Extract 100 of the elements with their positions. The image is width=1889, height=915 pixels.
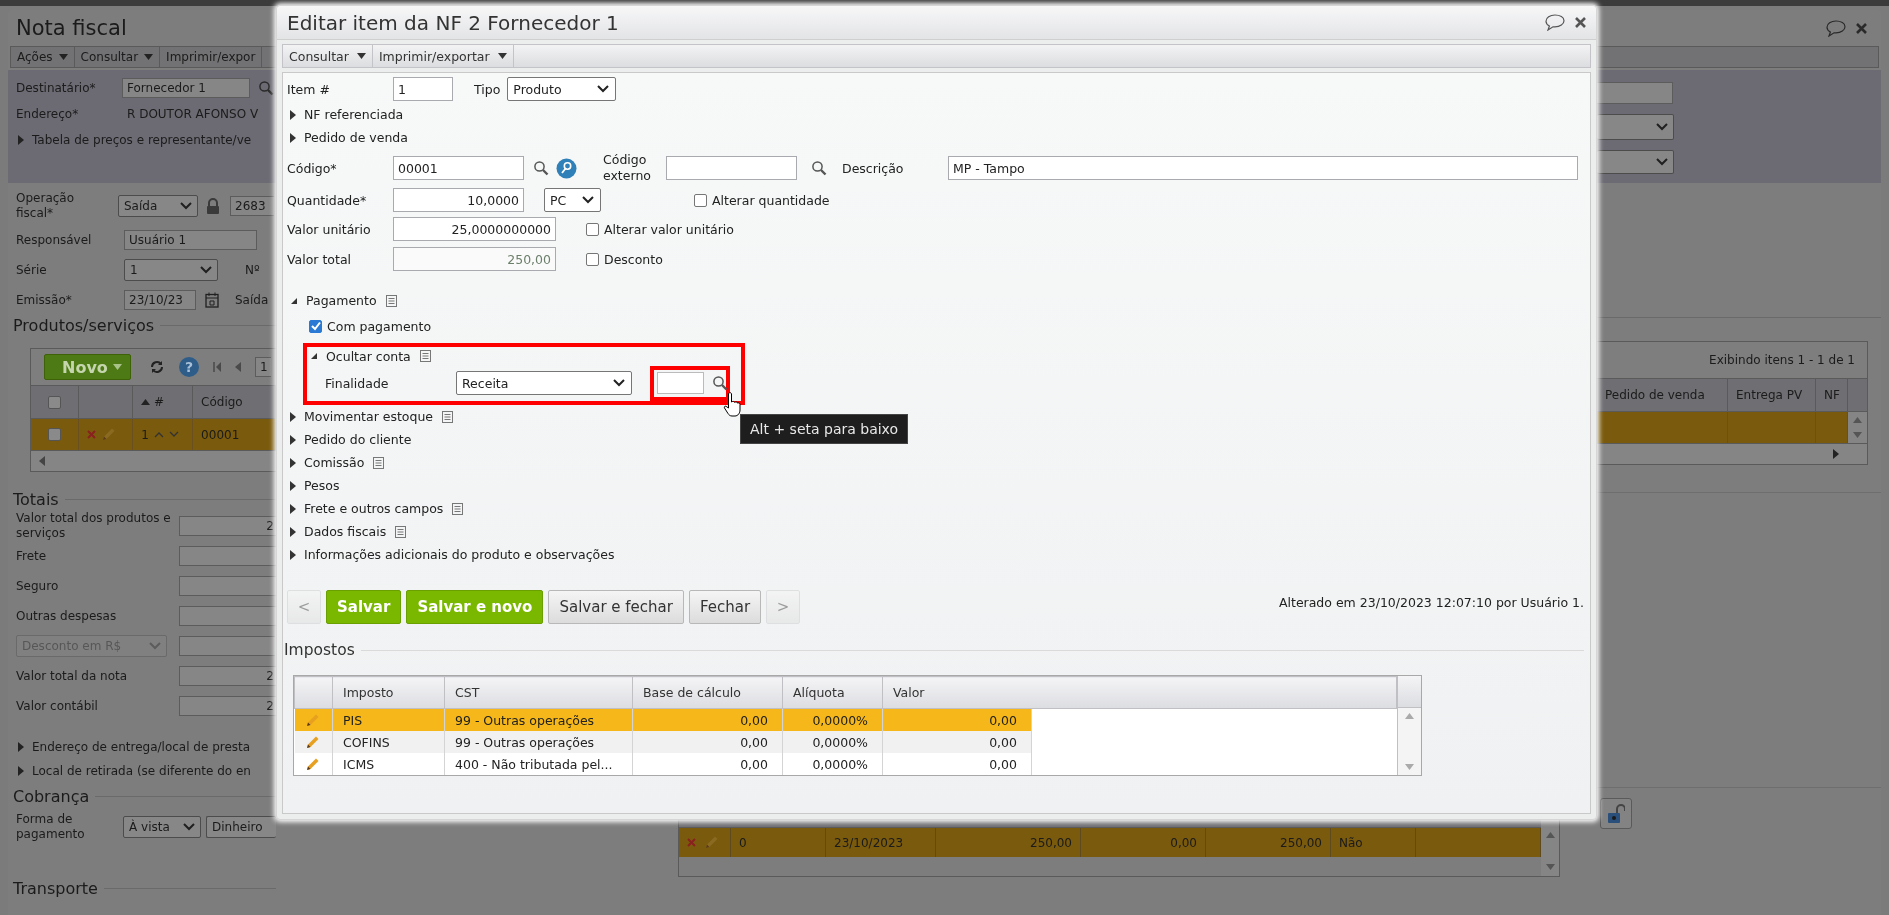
unit-dropdown[interactable]: PC xyxy=(544,188,601,212)
pencil-icon[interactable] xyxy=(304,734,320,750)
number-field[interactable]: 2 xyxy=(179,516,276,536)
dropdown[interactable]: Dinheiro xyxy=(206,816,276,838)
text-field[interactable]: Usuário 1 xyxy=(124,230,257,250)
section-toggle[interactable]: Informações adicionais do produto e observações xyxy=(290,547,615,562)
search-icon[interactable] xyxy=(712,375,728,391)
menu-button[interactable]: Ações xyxy=(11,47,75,67)
scrollbar[interactable] xyxy=(1398,708,1421,775)
menu-button[interactable]: Consultar xyxy=(283,45,373,67)
comment-icon[interactable] xyxy=(1826,19,1846,37)
previous-page-icon[interactable] xyxy=(235,362,241,372)
date-field[interactable]: 23/10/23 xyxy=(124,290,196,310)
scroll-up-icon[interactable] xyxy=(1405,713,1414,719)
number-field[interactable]: 2 xyxy=(179,666,276,686)
dropdown[interactable]: 1 xyxy=(124,259,218,281)
close-icon[interactable] xyxy=(1856,22,1867,34)
section-toggle[interactable]: Pesos xyxy=(290,478,340,493)
scrollbar[interactable] xyxy=(1541,818,1559,876)
move-up-icon[interactable] xyxy=(153,431,164,438)
dropdown[interactable]: À vista xyxy=(123,816,201,838)
menu-button[interactable]: Imprimir/expor xyxy=(160,47,263,67)
close-icon[interactable] xyxy=(1575,17,1586,28)
purpose-dropdown[interactable]: Receita xyxy=(456,371,632,395)
calendar-icon[interactable] xyxy=(205,292,219,308)
first-page-icon[interactable] xyxy=(213,362,222,372)
table-row[interactable]: ICMS 400 - Não tributada pel... 0,00 0,0000% 0,00 xyxy=(294,753,1397,775)
section-toggle[interactable]: Dados fiscais xyxy=(290,524,387,539)
section-toggle[interactable]: Ocultar conta xyxy=(310,348,411,364)
scroll-down-icon[interactable] xyxy=(1853,432,1862,439)
help-button[interactable]: ? xyxy=(179,357,199,377)
notes-icon[interactable] xyxy=(373,456,385,469)
checkbox[interactable]: Desconto xyxy=(586,251,663,267)
number-field[interactable] xyxy=(179,606,276,626)
section-toggle[interactable]: Local de retirada (se diferente do en xyxy=(16,759,276,783)
notes-icon[interactable] xyxy=(442,410,454,423)
section-toggle[interactable]: Endereço de entrega/local de presta xyxy=(16,735,276,759)
section-toggle[interactable]: Comissão xyxy=(290,455,365,470)
notes-icon[interactable] xyxy=(395,525,407,538)
account-field[interactable] xyxy=(657,372,704,394)
description-field[interactable]: MP - Tampo xyxy=(948,156,1578,180)
external-code-field[interactable] xyxy=(666,156,797,180)
checkbox[interactable] xyxy=(48,395,61,409)
table-row[interactable]: COFINS 99 - Outras operações 0,00 0,0000% 0,00 xyxy=(294,731,1397,753)
unlock-button[interactable] xyxy=(1600,798,1632,829)
scroll-down-icon[interactable] xyxy=(1405,764,1414,770)
search-icon[interactable] xyxy=(811,160,827,176)
search-icon[interactable] xyxy=(258,80,274,96)
section-heading: Totais xyxy=(13,489,59,509)
code-field[interactable]: 00001 xyxy=(393,156,524,180)
comment-icon[interactable] xyxy=(1545,14,1565,31)
text-field[interactable]: 2683 xyxy=(230,196,274,216)
text-field[interactable]: Fornecedor 1 xyxy=(122,78,250,98)
checkbox[interactable]: Alterar valor unitário xyxy=(586,221,734,237)
checkbox[interactable]: Alterar quantidade xyxy=(694,192,830,208)
scroll-down-icon[interactable] xyxy=(1545,864,1555,870)
quantity-field[interactable]: 10,0000 xyxy=(393,188,524,212)
checkbox[interactable]: Com pagamento xyxy=(309,318,432,334)
number-field[interactable] xyxy=(179,546,276,566)
pencil-icon[interactable] xyxy=(304,712,320,728)
scroll-right-icon[interactable] xyxy=(1833,449,1839,459)
type-dropdown[interactable]: Produto xyxy=(507,77,617,101)
section-toggle[interactable]: Pedido do cliente xyxy=(290,432,412,447)
move-down-icon[interactable] xyxy=(168,431,179,438)
previous-page-icon[interactable] xyxy=(39,456,45,466)
section-toggle[interactable]: NF referenciada xyxy=(290,107,404,122)
unit-price-field[interactable]: 25,0000000000 xyxy=(393,217,556,241)
notes-icon[interactable] xyxy=(385,294,397,307)
section-toggle[interactable]: Pagamento xyxy=(290,293,377,308)
section-toggle[interactable]: Frete e outros campos xyxy=(290,501,444,516)
checkbox[interactable] xyxy=(48,428,62,441)
notes-icon[interactable] xyxy=(452,502,464,515)
menu-button[interactable]: Imprimir/exportar xyxy=(372,45,514,67)
notes-icon[interactable] xyxy=(419,350,431,362)
dropdown[interactable]: Saída xyxy=(118,195,198,217)
scroll-up-icon[interactable] xyxy=(1545,832,1555,838)
scrollbar[interactable] xyxy=(1848,412,1867,443)
column-header[interactable]: Valor xyxy=(893,685,925,700)
total-field[interactable]: 250,00 xyxy=(393,247,556,271)
section-toggle[interactable]: Pedido de venda xyxy=(290,130,408,145)
section-toggle[interactable]: Movimentar estoque xyxy=(290,409,434,424)
dropdown[interactable] xyxy=(1597,150,1674,174)
table-row[interactable]: PIS 99 - Outras operações 0,00 0,0000% 0,00 xyxy=(294,708,1397,731)
refresh-icon[interactable] xyxy=(149,359,165,375)
action-button[interactable]: Salvar e fechar xyxy=(548,590,684,624)
menu-button[interactable]: Consultar xyxy=(74,47,161,67)
text-field[interactable] xyxy=(1597,82,1673,104)
number-field[interactable] xyxy=(179,576,276,596)
number-field[interactable]: 2 xyxy=(179,696,276,716)
column-header[interactable]: CST xyxy=(455,685,480,700)
pencil-icon[interactable] xyxy=(304,756,320,772)
item-number-field[interactable]: 1 xyxy=(393,77,453,101)
scroll-up-icon[interactable] xyxy=(1853,416,1862,423)
number-field[interactable] xyxy=(179,636,275,656)
page-field[interactable]: 1 xyxy=(255,357,271,377)
sort-ascending-icon[interactable] xyxy=(141,399,151,405)
action-button[interactable]: Fechar xyxy=(688,590,762,624)
dropdown[interactable] xyxy=(1597,114,1674,140)
search-icon[interactable] xyxy=(533,160,549,176)
key-icon[interactable] xyxy=(556,157,577,179)
